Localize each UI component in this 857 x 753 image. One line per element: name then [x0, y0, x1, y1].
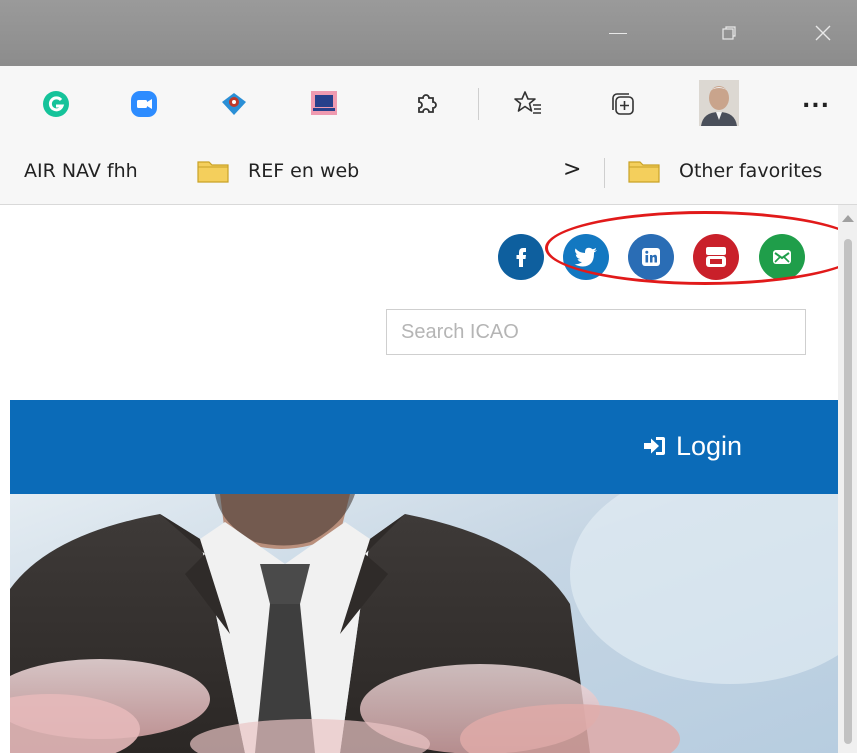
- minimize-button[interactable]: [603, 18, 633, 48]
- scroll-up-arrow[interactable]: [842, 215, 854, 222]
- search-input[interactable]: [386, 309, 806, 355]
- star-list-icon: [514, 91, 541, 114]
- map-pin-icon: [222, 93, 246, 115]
- businessman-photo: [10, 494, 838, 753]
- avatar: [699, 80, 739, 126]
- folder-icon: [628, 161, 660, 183]
- extensions-button[interactable]: [406, 84, 446, 124]
- folder-icon: [197, 161, 229, 183]
- location-extension-button[interactable]: [214, 84, 254, 124]
- browser-toolbar: ...: [0, 66, 857, 142]
- zoom-extension-button[interactable]: [124, 84, 164, 124]
- more-icon: ...: [801, 87, 831, 113]
- restore-icon: [722, 26, 736, 40]
- scroll-thumb[interactable]: [844, 239, 852, 744]
- more-menu-button[interactable]: ...: [796, 84, 836, 124]
- hero-image: [10, 494, 838, 753]
- facebook-icon: [516, 248, 526, 267]
- login-label: Login: [676, 430, 743, 461]
- close-window-button[interactable]: [808, 18, 838, 48]
- close-icon: [815, 25, 831, 41]
- sign-in-icon: [644, 437, 665, 455]
- facebook-link[interactable]: [498, 234, 544, 280]
- puzzle-icon: [418, 94, 437, 113]
- zoom-icon: [131, 91, 157, 117]
- profile-button[interactable]: [697, 78, 741, 128]
- highlight-ellipse: [545, 211, 857, 285]
- grammarly-icon: [43, 91, 69, 117]
- remote-desktop-icon: [311, 91, 337, 115]
- toolbar-separator: [478, 88, 479, 120]
- collections-icon: [612, 93, 634, 115]
- favorite-item-ref-en-web[interactable]: REF en web: [248, 160, 359, 182]
- collections-button[interactable]: [603, 84, 643, 124]
- login-button[interactable]: Login: [642, 424, 742, 468]
- favorites-overflow-button[interactable]: >: [563, 157, 581, 182]
- grammarly-extension-button[interactable]: [36, 84, 76, 124]
- remote-desktop-extension-button[interactable]: [304, 84, 344, 124]
- window-title-bar: [0, 0, 857, 66]
- vertical-scrollbar[interactable]: [838, 205, 857, 753]
- web-page: Login: [10, 205, 838, 753]
- favorite-item-air-nav[interactable]: AIR NAV fhh: [24, 160, 138, 182]
- favorites-separator: [604, 158, 605, 188]
- favorites-bar: AIR NAV fhh REF en web > Other favorites: [0, 142, 857, 205]
- restore-button[interactable]: [714, 18, 744, 48]
- favorites-button[interactable]: [508, 84, 548, 124]
- other-favorites-item[interactable]: Other favorites: [679, 160, 822, 182]
- site-navbar: Login: [10, 400, 838, 494]
